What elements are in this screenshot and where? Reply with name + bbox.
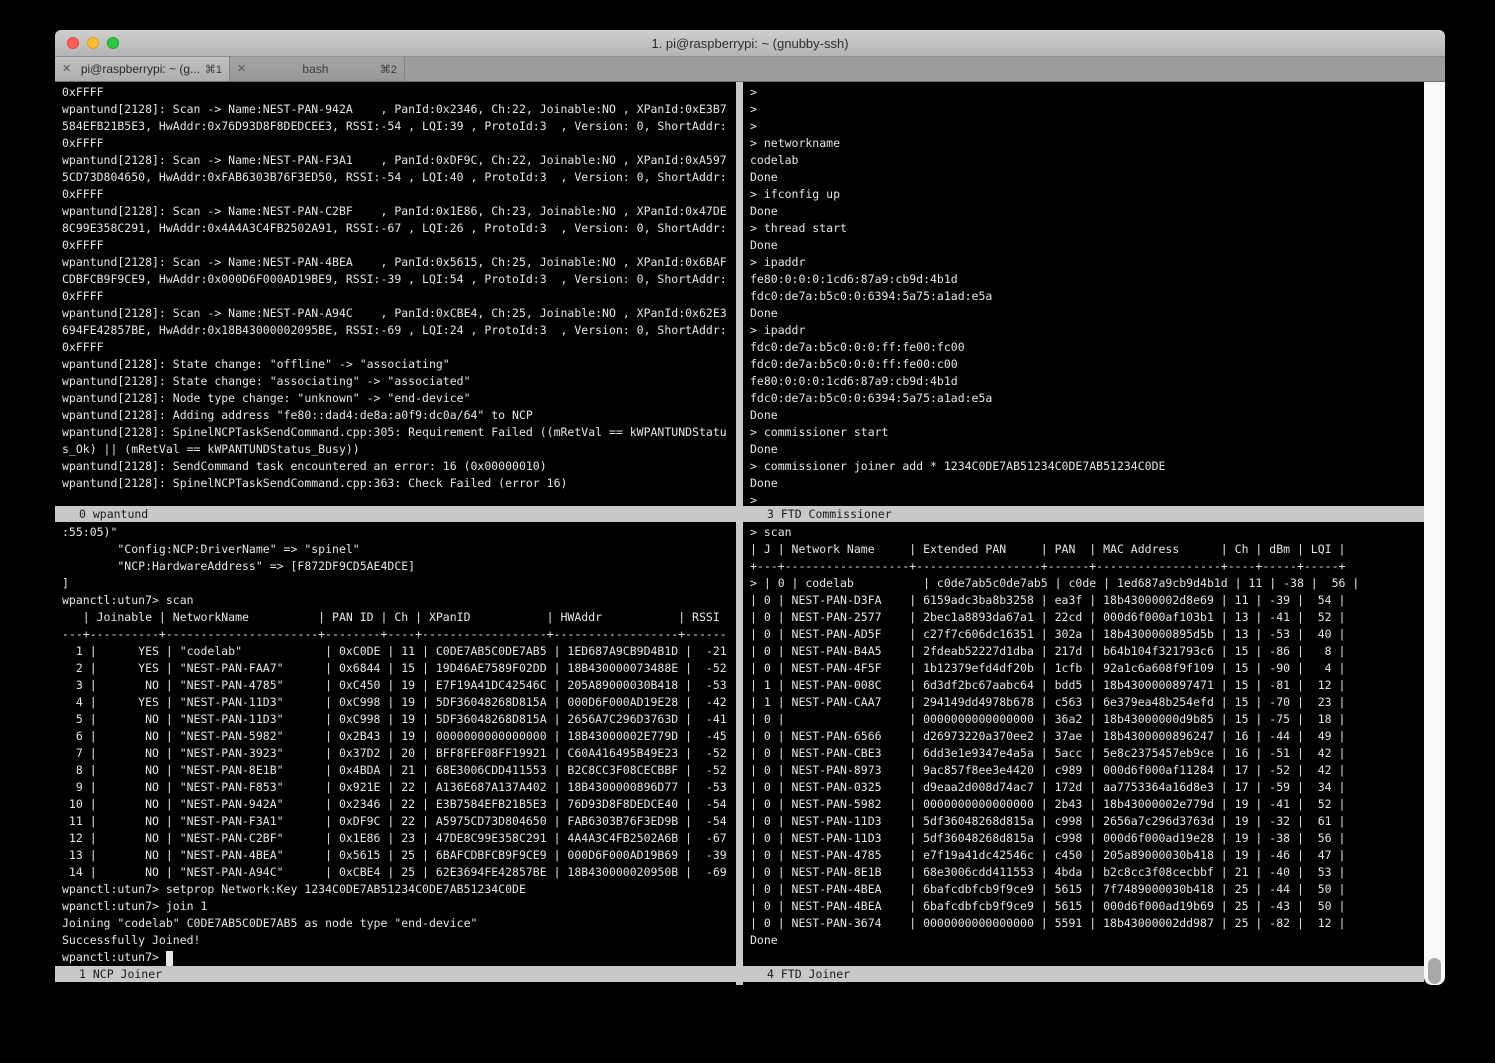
left-pane-column: 0xFFFF wpantund[2128]: Scan -> Name:NEST…	[55, 82, 736, 985]
pane-status-ftd-commissioner: 3 FTD Commissioner	[743, 506, 1424, 522]
ftd-joiner-output: > scan | J | Network Name | Extended PAN…	[743, 522, 1424, 949]
pane-status-ftd-joiner: 4 FTD Joiner	[743, 966, 1424, 982]
scrollbar-thumb[interactable]	[1428, 958, 1441, 984]
tab-label: pi@raspberrypi: ~ (g...	[76, 62, 205, 76]
wpantund-log-output: 0xFFFF wpantund[2128]: Scan -> Name:NEST…	[55, 82, 736, 492]
right-pane-column: > > > > networkname codelab Done > ifcon…	[743, 82, 1424, 985]
tab-ssh-session[interactable]: ✕ pi@raspberrypi: ~ (g... ⌘1	[55, 57, 230, 81]
ncp-joiner-output: :55:05)" "Config:NCP:DriverName" => "spi…	[55, 522, 736, 966]
tab-label: bash	[251, 62, 380, 76]
desktop-background: { "title_bar": { "title": "1. pi@raspber…	[0, 0, 1495, 1063]
pane-divider[interactable]	[736, 82, 743, 985]
pane-status-wpantund: 0 wpantund	[55, 506, 736, 522]
tab-bash[interactable]: ✕ bash ⌘2	[230, 57, 405, 81]
pane-wpantund[interactable]: 0xFFFF wpantund[2128]: Scan -> Name:NEST…	[55, 82, 736, 506]
terminal-cursor	[166, 951, 173, 966]
ftd-commissioner-output: > > > > networkname codelab Done > ifcon…	[743, 82, 1424, 506]
scrollbar-track[interactable]	[1424, 82, 1445, 985]
terminal-window: 1. pi@raspberrypi: ~ (gnubby-ssh) ✕ pi@r…	[55, 30, 1445, 985]
pane-ncp-joiner[interactable]: :55:05)" "Config:NCP:DriverName" => "spi…	[55, 522, 736, 966]
tab-close-icon[interactable]: ✕	[237, 57, 251, 82]
title-bar[interactable]: 1. pi@raspberrypi: ~ (gnubby-ssh)	[55, 30, 1445, 57]
pane-ftd-commissioner[interactable]: > > > > networkname codelab Done > ifcon…	[743, 82, 1424, 506]
tab-shortcut: ⌘2	[380, 63, 397, 76]
tab-close-icon[interactable]: ✕	[62, 57, 76, 82]
pane-ftd-joiner[interactable]: > scan | J | Network Name | Extended PAN…	[743, 522, 1424, 966]
pane-status-ncp-joiner: 1 NCP Joiner	[55, 966, 736, 982]
tab-bar: ✕ pi@raspberrypi: ~ (g... ⌘1 ✕ bash ⌘2	[55, 57, 1445, 82]
terminal-content: 0xFFFF wpantund[2128]: Scan -> Name:NEST…	[55, 82, 1445, 985]
window-title: 1. pi@raspberrypi: ~ (gnubby-ssh)	[55, 30, 1445, 57]
tab-shortcut: ⌘1	[205, 63, 222, 76]
